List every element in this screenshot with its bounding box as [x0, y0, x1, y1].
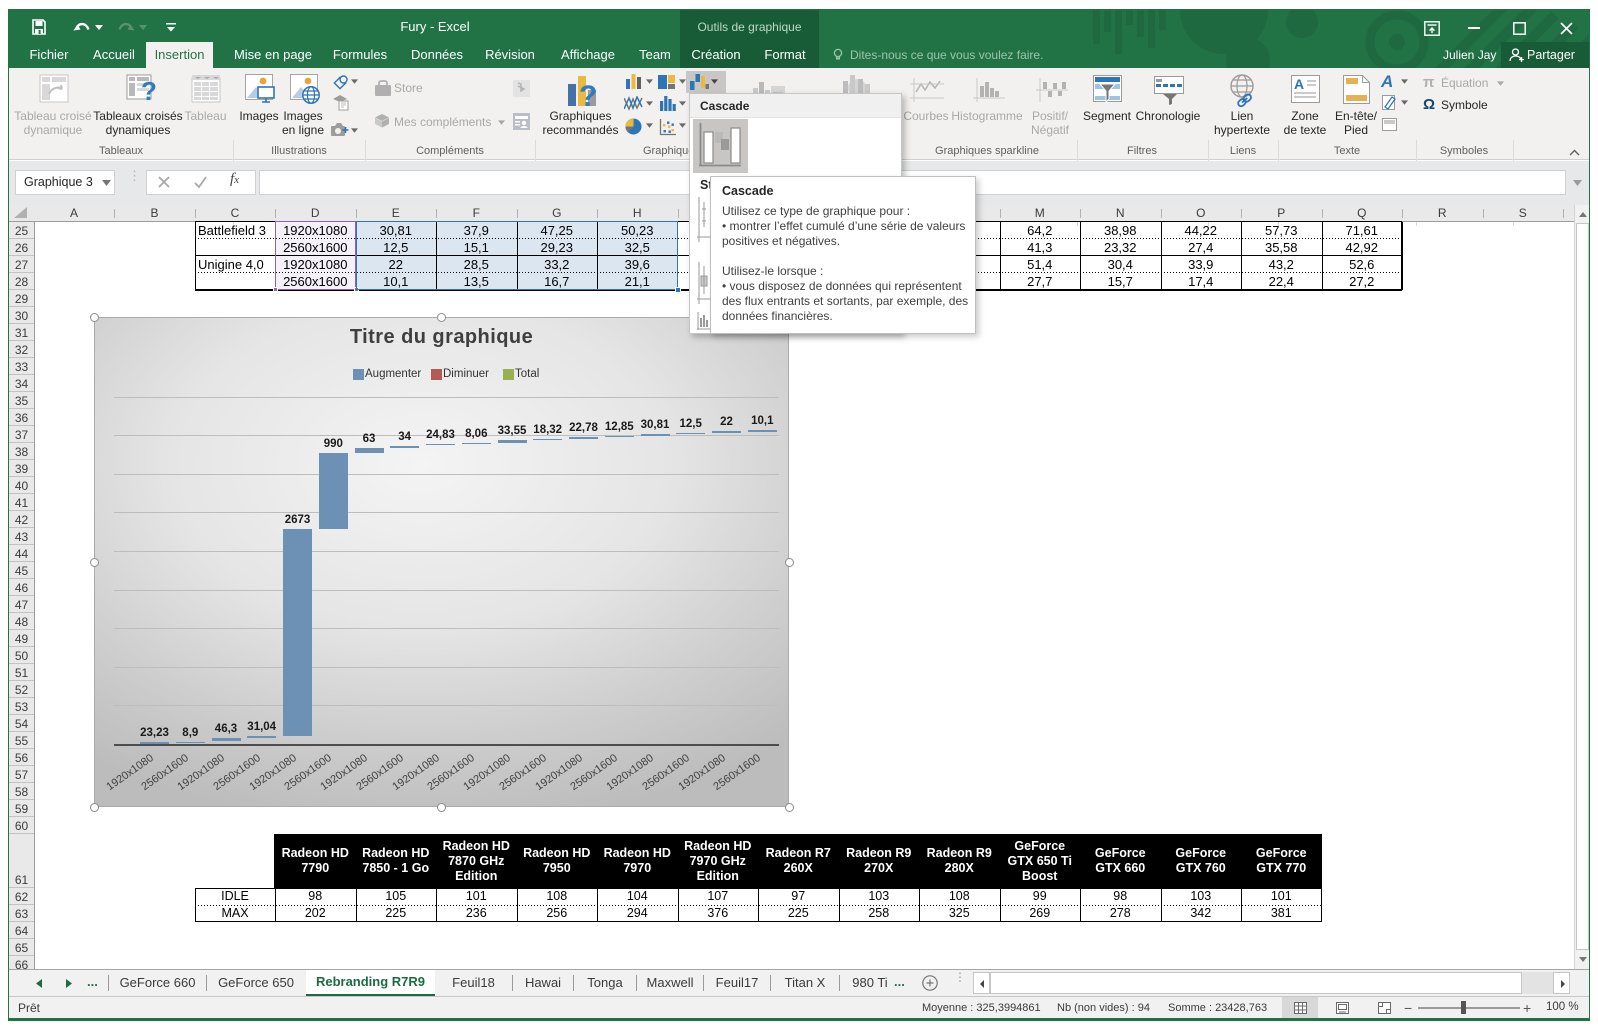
svg-text:?: ? [141, 76, 157, 103]
svg-text:A: A [1294, 76, 1304, 92]
svg-text:?: ? [579, 80, 597, 110]
